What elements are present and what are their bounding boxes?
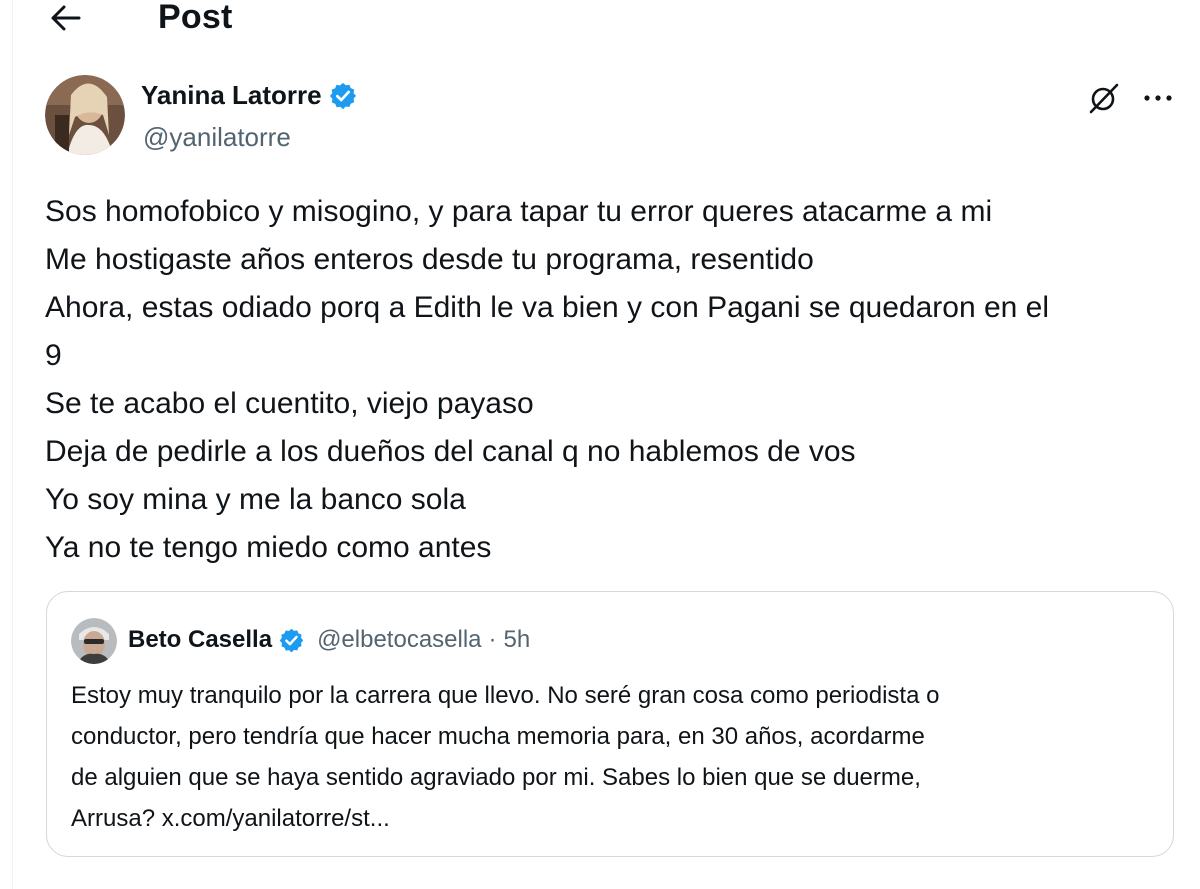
quoted-text-line: conductor, pero tendría que hacer mucha … [71, 723, 925, 750]
avatar-image [71, 618, 117, 664]
grok-button[interactable] [1084, 78, 1124, 118]
author-name[interactable]: Yanina Latorre [141, 80, 322, 111]
quoted-author-name[interactable]: Beto Casella [128, 626, 272, 654]
more-options-button[interactable] [1138, 80, 1178, 116]
tweet-line: Ahora, estas odiado porq a Edith le va b… [45, 291, 1050, 324]
author-handle[interactable]: @yanilatorre [143, 122, 291, 153]
quoted-author-avatar[interactable] [71, 618, 117, 664]
tweet-line: Ya no te tengo miedo como antes [45, 531, 492, 564]
author-name-row[interactable]: Yanina Latorre [141, 80, 358, 111]
tweet-line: Sos homofobico y misogino, y para tapar … [45, 195, 993, 228]
tweet-line: Deja de pedirle a los dueños del canal q… [45, 435, 856, 468]
verified-badge-icon [329, 82, 356, 109]
tweet-line: 9 [45, 339, 62, 372]
quoted-text-line: Arrusa? x.com/yanilatorre/st... [71, 805, 390, 832]
grok-icon [1089, 83, 1119, 114]
column-divider [12, 0, 13, 889]
quoted-post-time[interactable]: 5h [504, 626, 531, 654]
quoted-post-header: Beto Casella @elbetocasella · 5h [128, 626, 530, 654]
quoted-text-line: Estoy muy tranquilo por la carrera que l… [71, 682, 940, 709]
tweet-text: Sos homofobico y misogino, y para tapar … [45, 188, 1185, 572]
tweet-line: Yo soy mina y me la banco sola [45, 483, 466, 516]
verified-badge-icon [279, 628, 304, 652]
arrow-left-icon [51, 5, 81, 31]
more-icon [1144, 95, 1172, 101]
post-page: Post Yanina Latorre @yanilatorre Sos hom… [0, 0, 1200, 889]
tweet-line: Se te acabo el cuentito, viejo payaso [45, 387, 534, 420]
quoted-author-handle[interactable]: @elbetocasella [317, 626, 481, 654]
post-header: Post [0, 0, 1200, 44]
back-button[interactable] [44, 0, 88, 36]
avatar-image [45, 75, 125, 155]
quoted-text-line: de alguien que se haya sentido agraviado… [71, 764, 921, 791]
page-title: Post [158, 0, 233, 36]
quoted-post-card[interactable]: Beto Casella @elbetocasella · 5h Estoy m… [46, 591, 1174, 857]
tweet-line: Me hostigaste años enteros desde tu prog… [45, 243, 814, 276]
separator-dot: · [488, 626, 497, 653]
quoted-post-text: Estoy muy tranquilo por la carrera que l… [71, 675, 1161, 839]
author-avatar[interactable] [45, 75, 125, 155]
